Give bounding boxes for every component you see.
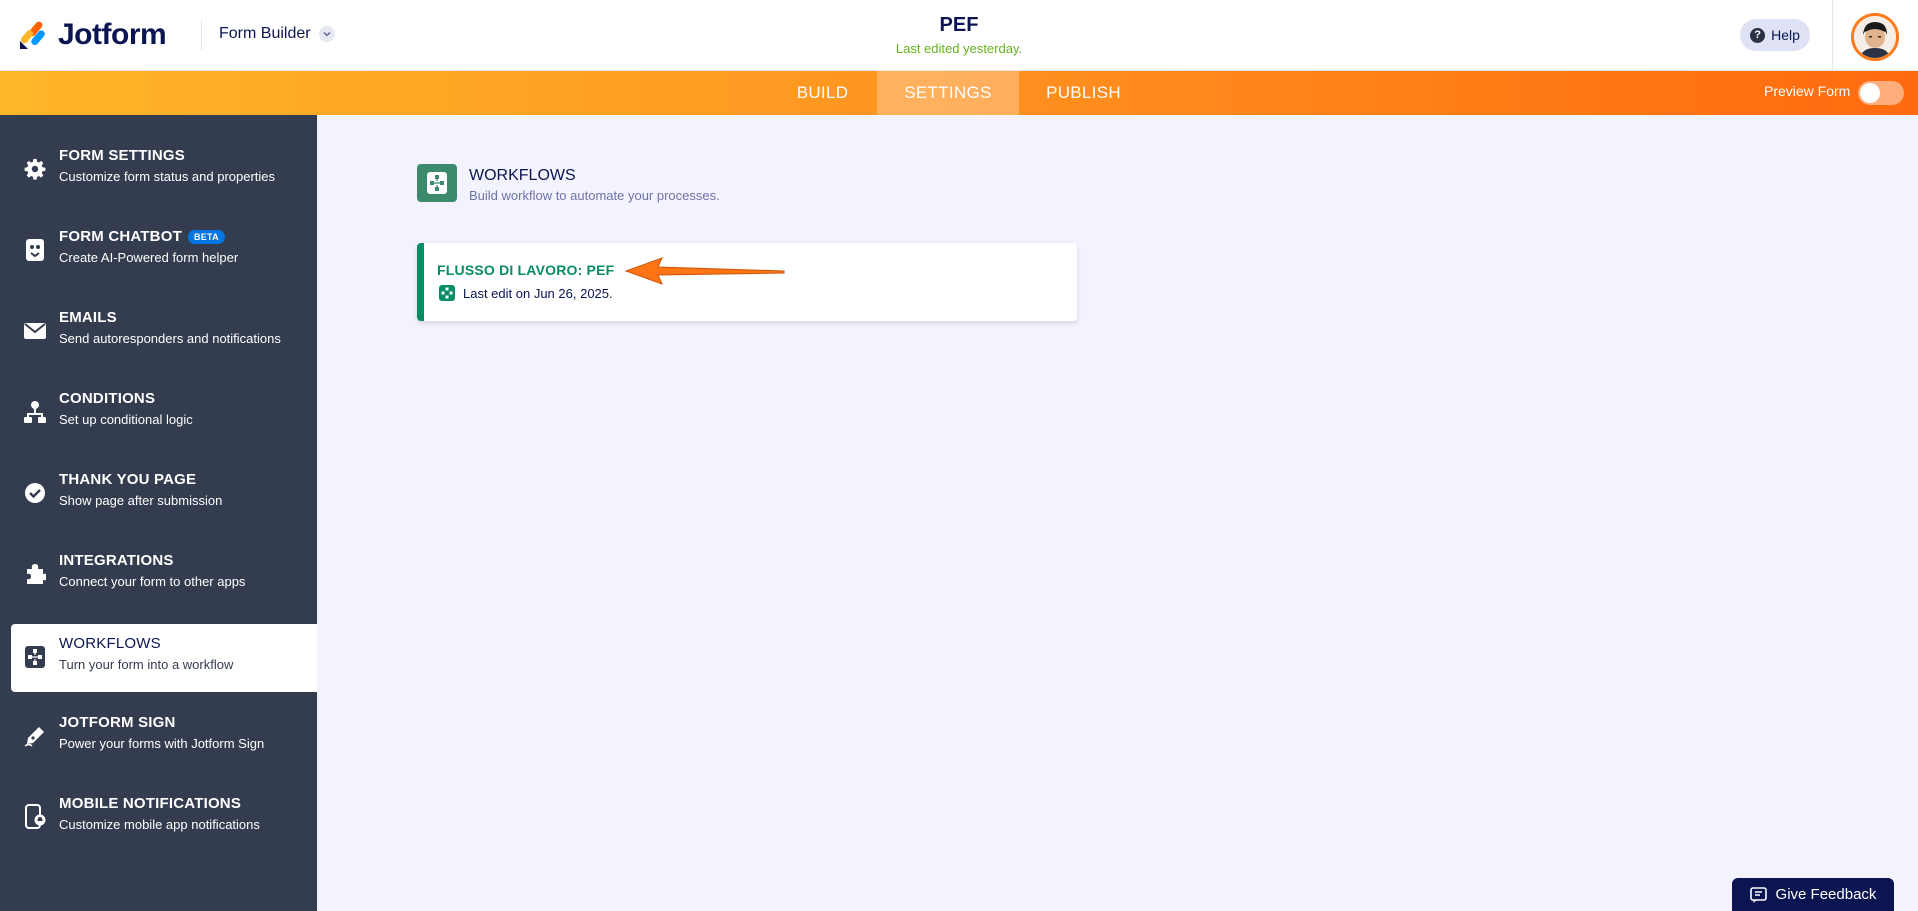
sidebar-item-desc: Set up conditional logic bbox=[59, 412, 193, 427]
sidebar-item-title: CONDITIONS bbox=[59, 390, 156, 407]
give-feedback-label: Give Feedback bbox=[1775, 886, 1877, 903]
sidebar-item-desc: Connect your form to other apps bbox=[59, 574, 246, 589]
sidebar-item-desc: Show page after submission bbox=[59, 493, 223, 508]
section-description: Build workflow to automate your processe… bbox=[469, 188, 720, 203]
sidebar-item-integrations[interactable]: INTEGRATIONS Connect your form to other … bbox=[0, 541, 317, 609]
header-divider bbox=[201, 20, 202, 50]
settings-sidebar: FORM SETTINGS Customize form status and … bbox=[0, 115, 317, 911]
beta-badge: BETA bbox=[187, 229, 225, 244]
header-divider-right bbox=[1832, 0, 1833, 71]
sidebar-item-title: THANK YOU PAGE bbox=[59, 471, 197, 488]
workflow-last-edit: Last edit on Jun 26, 2025. bbox=[463, 286, 613, 301]
workflow-card-title[interactable]: FLUSSO DI LAVORO: PEF bbox=[437, 262, 614, 278]
puzzle-icon bbox=[22, 561, 48, 587]
toggle-knob bbox=[1860, 83, 1880, 103]
tab-publish[interactable]: PUBLISH bbox=[1025, 71, 1142, 115]
builder-nav: BUILD SETTINGS PUBLISH Preview Form bbox=[0, 71, 1918, 115]
sidebar-item-desc: Power your forms with Jotform Sign bbox=[59, 736, 265, 751]
mobile-bell-icon bbox=[22, 804, 48, 830]
logo-text: Jotform bbox=[58, 18, 167, 51]
workflow-icon bbox=[439, 285, 455, 301]
sidebar-item-jotform-sign[interactable]: JOTFORM SIGN Power your forms with Jotfo… bbox=[0, 703, 317, 771]
sidebar-item-mobile-notifications[interactable]: MOBILE NOTIFICATIONS Customize mobile ap… bbox=[0, 784, 317, 852]
chevron-down-icon bbox=[318, 26, 335, 42]
help-label: Help bbox=[1771, 27, 1800, 43]
sidebar-item-desc: Customize mobile app notifications bbox=[59, 817, 260, 832]
form-builder-label: Form Builder bbox=[219, 25, 311, 42]
sidebar-item-title: JOTFORM SIGN bbox=[59, 714, 176, 731]
pen-icon bbox=[22, 723, 48, 749]
workflow-icon bbox=[22, 644, 48, 670]
sidebar-item-thank-you-page[interactable]: THANK YOU PAGE Show page after submissio… bbox=[0, 460, 317, 528]
question-icon: ? bbox=[1750, 27, 1766, 43]
sidebar-item-title: FORM SETTINGS bbox=[59, 147, 185, 164]
sidebar-item-conditions[interactable]: CONDITIONS Set up conditional logic bbox=[0, 379, 317, 447]
sidebar-item-form-settings[interactable]: FORM SETTINGS Customize form status and … bbox=[0, 136, 317, 204]
sidebar-item-workflows[interactable]: WORKFLOWS Turn your form into a workflow bbox=[11, 624, 317, 692]
workflow-card-accent bbox=[417, 243, 424, 321]
section-title: WORKFLOWS bbox=[469, 167, 576, 184]
sidebar-item-desc: Create AI-Powered form helper bbox=[59, 250, 239, 265]
sidebar-item-title-text: FORM CHATBOT bbox=[59, 228, 182, 245]
preview-form-toggle[interactable] bbox=[1858, 81, 1904, 105]
tab-settings[interactable]: SETTINGS bbox=[877, 71, 1019, 115]
user-avatar-icon bbox=[1854, 16, 1896, 58]
avatar[interactable] bbox=[1851, 13, 1899, 61]
preview-form-label: Preview Form bbox=[1764, 83, 1851, 99]
workflows-section-icon bbox=[417, 164, 457, 202]
hierarchy-icon bbox=[22, 399, 48, 425]
sidebar-item-title: FORM CHATBOT BETA bbox=[59, 228, 225, 245]
last-edited-status: Last edited yesterday. bbox=[895, 41, 1023, 56]
jotform-logo-icon bbox=[20, 21, 45, 49]
chatbot-icon bbox=[22, 237, 48, 263]
tab-build[interactable]: BUILD bbox=[778, 71, 867, 115]
sidebar-item-desc: Customize form status and properties bbox=[59, 169, 276, 184]
sidebar-item-title: EMAILS bbox=[59, 309, 117, 326]
help-button[interactable]: ? Help bbox=[1740, 19, 1810, 51]
sidebar-item-form-chatbot[interactable]: FORM CHATBOT BETA Create AI-Powered form… bbox=[0, 217, 317, 285]
jotform-logo[interactable]: Jotform bbox=[18, 16, 167, 54]
give-feedback-button[interactable]: Give Feedback bbox=[1732, 878, 1894, 911]
sidebar-item-desc: Turn your form into a workflow bbox=[59, 657, 234, 672]
top-header: Jotform Form Builder PEF Last edited yes… bbox=[0, 0, 1918, 71]
feedback-icon bbox=[1749, 886, 1767, 903]
gear-icon bbox=[22, 156, 48, 182]
sidebar-item-title: MOBILE NOTIFICATIONS bbox=[59, 795, 242, 812]
form-builder-dropdown[interactable]: Form Builder bbox=[219, 25, 335, 43]
sidebar-item-emails[interactable]: EMAILS Send autoresponders and notificat… bbox=[0, 298, 317, 366]
sidebar-item-desc: Send autoresponders and notifications bbox=[59, 331, 281, 346]
annotation-arrow-icon bbox=[624, 257, 785, 285]
sidebar-item-title: WORKFLOWS bbox=[59, 635, 161, 652]
check-circle-icon bbox=[22, 480, 48, 506]
envelope-icon bbox=[22, 318, 48, 344]
sidebar-item-title: INTEGRATIONS bbox=[59, 552, 174, 569]
